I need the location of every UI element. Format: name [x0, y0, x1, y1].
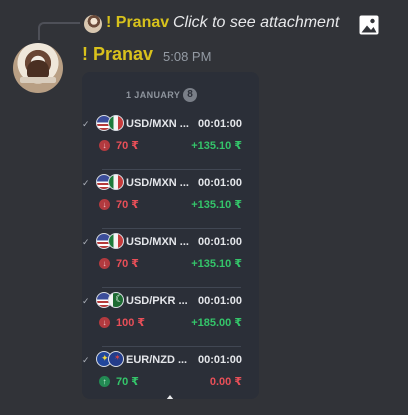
date-label: 1 JANUARY [126, 90, 181, 100]
date-header: 1 JANUARY 8 [82, 84, 259, 108]
mexico-flag-icon [108, 233, 124, 249]
new-zealand-flag-icon [108, 351, 124, 367]
reply-connector [38, 22, 80, 40]
trade-duration: 00:01:00 [197, 295, 242, 307]
trade-amount: 70 ₹ [116, 258, 139, 270]
image-icon [359, 15, 379, 35]
caret-up-icon [166, 395, 174, 399]
message-username[interactable]: ! Pranav [82, 44, 153, 65]
chevron-right-icon: ✓ [82, 178, 90, 188]
trade-profit: +135.10 ₹ [191, 199, 242, 211]
trade-row: ✓ USD/MXN ... 00:01:00 ↓ 70 ₹ +135.10 ₹ [82, 111, 259, 170]
trade-row: ✓ USD/MXN ... 00:01:00 ↓ 70 ₹ +135.10 ₹ [82, 229, 259, 288]
currency-flags [96, 115, 126, 135]
trade-row: ✓ EUR/NZD ... 00:01:00 ↑ 70 ₹ 0.00 ₹ [82, 347, 259, 399]
chevron-right-icon: ✓ [82, 355, 90, 365]
chevron-right-icon: ✓ [82, 296, 90, 306]
chevron-right-icon: ✓ [82, 119, 90, 129]
currency-flags [96, 233, 126, 253]
avatar-figure [27, 60, 49, 78]
trade-duration: 00:01:00 [197, 236, 242, 248]
avatar-table [20, 77, 56, 83]
pakistan-flag-icon [108, 292, 124, 308]
trade-duration: 00:01:00 [197, 177, 242, 189]
arrow-down-icon: ↓ [99, 258, 110, 269]
trade-amount: 70 ₹ [116, 140, 139, 152]
reply-preview[interactable]: ! Pranav Click to see attachment [0, 12, 408, 40]
arrow-down-icon: ↓ [99, 317, 110, 328]
mexico-flag-icon [108, 174, 124, 190]
currency-pair: USD/MXN ... [126, 177, 189, 189]
chevron-right-icon: ✓ [82, 237, 90, 247]
trade-profit: +185.00 ₹ [191, 317, 242, 329]
trade-amount: 70 ₹ [116, 199, 139, 211]
trade-duration: 00:01:00 [197, 354, 242, 366]
trade-amount: 70 ₹ [116, 376, 139, 388]
currency-pair: USD/PKR ... [126, 295, 188, 307]
trade-profit: +135.10 ₹ [191, 258, 242, 270]
currency-flags [96, 292, 126, 312]
currency-pair: USD/MXN ... [126, 236, 189, 248]
reply-avatar[interactable] [84, 15, 102, 33]
mexico-flag-icon [108, 115, 124, 131]
trade-history-attachment[interactable]: 1 JANUARY 8 ✓ USD/MXN ... 00:01:00 ↓ 70 … [82, 72, 259, 399]
currency-flags [96, 351, 126, 371]
arrow-down-icon: ↓ [99, 199, 110, 210]
reply-attachment-link[interactable]: Click to see attachment [173, 14, 339, 32]
trade-profit: 0.00 ₹ [209, 376, 242, 388]
trade-row: ✓ USD/PKR ... 00:01:00 ↓ 100 ₹ +185.00 ₹ [82, 288, 259, 347]
trade-duration: 00:01:00 [197, 118, 242, 130]
arrow-down-icon: ↓ [99, 140, 110, 151]
trade-profit: +135.10 ₹ [191, 140, 242, 152]
currency-pair: USD/MXN ... [126, 118, 189, 130]
user-avatar[interactable] [13, 43, 63, 93]
currency-flags [96, 174, 126, 194]
trade-row: ✓ USD/MXN ... 00:01:00 ↓ 70 ₹ +135.10 ₹ [82, 170, 259, 229]
currency-pair: EUR/NZD ... [126, 354, 188, 366]
message-timestamp: 5:08 PM [163, 49, 212, 64]
trade-count-badge: 8 [183, 88, 197, 102]
reply-username[interactable]: ! Pranav [106, 14, 169, 32]
trade-amount: 100 ₹ [116, 317, 146, 329]
arrow-up-icon: ↑ [99, 376, 110, 387]
